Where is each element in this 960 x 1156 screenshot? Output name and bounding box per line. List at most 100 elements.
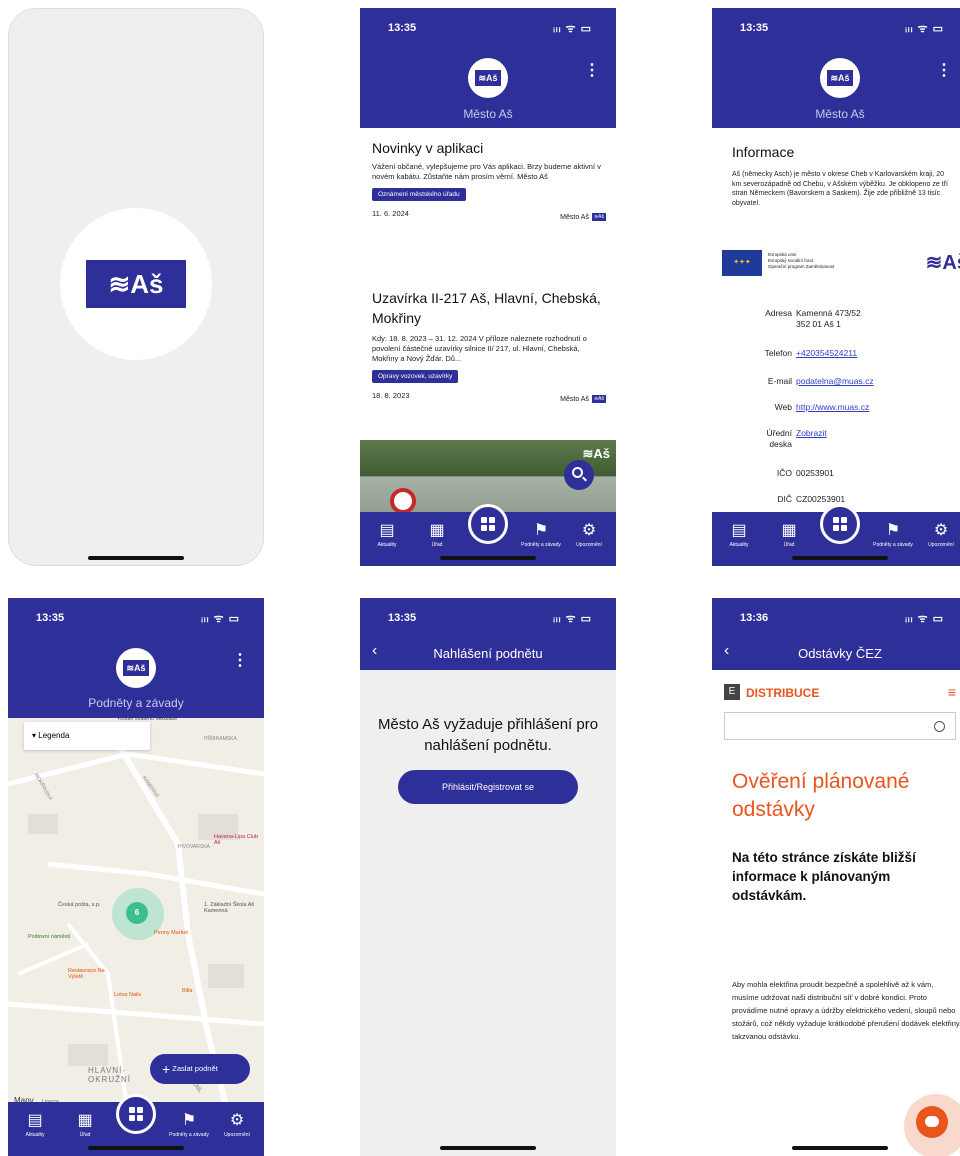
menu-grid-button[interactable] xyxy=(820,504,860,544)
search-icon xyxy=(934,721,945,732)
flag-icon: ⚑ xyxy=(181,1112,197,1129)
header-title: Město Aš xyxy=(463,107,513,121)
status-bar: 13:35 ᵢₗₗ ᯤ ▭ xyxy=(388,22,592,35)
chat-button[interactable] xyxy=(904,1094,960,1156)
page-paragraph: Aby mohla elektřina proudit bezpečně a s… xyxy=(732,980,960,1041)
map-label: PIVOVARSKÁ xyxy=(178,844,210,850)
news-item[interactable]: Novinky v aplikaci Vážení občané, vylepš… xyxy=(372,140,606,221)
tab-office[interactable]: ▦ Úřad xyxy=(764,522,814,548)
page-heading: Ověření plánované odstávky xyxy=(732,770,910,821)
tab-news[interactable]: ▤ Aktuality xyxy=(362,522,412,548)
map-view[interactable]: 6 Kostel svatého Mikuláše PŘÍBRAMSKÁ KAM… xyxy=(8,714,264,1114)
home-indicator xyxy=(88,1146,184,1150)
clipboard-icon: ▤ xyxy=(379,522,395,539)
report-fab[interactable]: + Zaslat podnět xyxy=(150,1054,250,1084)
grid-icon xyxy=(129,1107,143,1121)
news-photo-logo: ≋Aš xyxy=(582,446,610,461)
email-link[interactable]: podatelna@muas.cz xyxy=(796,376,874,386)
grid-icon xyxy=(833,517,847,531)
map-cluster[interactable]: 6 xyxy=(126,902,148,924)
news-source: Město Aš xyxy=(560,213,589,221)
tab-reports[interactable]: ⚑ Podněty a závady xyxy=(868,522,918,548)
building-icon: ▦ xyxy=(77,1112,93,1129)
map-screen: 6 Kostel svatého Mikuláše PŘÍBRAMSKÁ KAM… xyxy=(8,598,264,1156)
eu-banner: ✦✦✦ Evropská unie Evropský sociální fond… xyxy=(722,246,960,280)
tab-alerts[interactable]: ⚙ Upozornění xyxy=(564,522,614,548)
header-title: Město Aš xyxy=(815,107,865,121)
tab-news[interactable]: ▤ Aktuality xyxy=(10,1112,60,1138)
more-menu-icon[interactable]: ⋮ xyxy=(584,60,600,80)
map-label: Česká pošta, s.p. xyxy=(58,902,101,908)
nav-header: 13:35 ᵢₗₗ ᯤ ▭ ‹ Nahlášení podnětu xyxy=(360,598,616,670)
news-item[interactable]: Uzavírka II-217 Aš, Hlavní, Chebská, Mok… xyxy=(372,288,606,403)
app-header: 13:35 ᵢₗₗ ᯤ ▭ ≋Aš ⋮ Město Aš xyxy=(712,8,960,128)
building-icon: ▦ xyxy=(781,522,797,539)
map-label: 1. Základní Škola Aš Kamenná xyxy=(204,902,255,914)
page-subheading: Na této stránce získáte bližší informace… xyxy=(732,850,916,903)
news-screen: 13:35 ᵢₗₗ ᯤ ▭ ≋Aš ⋮ Město Aš Novinky v ap… xyxy=(360,8,616,566)
news-title: Uzavírka II-217 Aš, Hlavní, Chebská, Mok… xyxy=(372,290,601,326)
status-bar: 13:35 ᵢₗₗ ᯤ ▭ xyxy=(388,612,592,625)
user-settings-icon: ⚙ xyxy=(229,1112,245,1129)
news-date: 11. 6. 2024 xyxy=(372,209,409,218)
news-category-chip[interactable]: Oznámení městského úřadu xyxy=(372,188,466,201)
header-title: Podněty a závady xyxy=(88,696,184,710)
phone-link[interactable]: +420354524211 xyxy=(796,348,857,358)
eu-flag-icon: ✦✦✦ xyxy=(722,250,762,276)
more-menu-icon[interactable]: ⋮ xyxy=(232,650,248,670)
user-settings-icon: ⚙ xyxy=(581,522,597,539)
app-logo: ≋Aš xyxy=(116,648,156,688)
row-address: Adresa Kamenná 473/52 352 01 Aš 1 xyxy=(765,308,861,329)
clipboard-icon: ▤ xyxy=(731,522,747,539)
app-logo: ≋Aš xyxy=(468,58,508,98)
news-text: Kdy: 18. 8. 2023 – 31. 12. 2024 V příloz… xyxy=(372,334,587,363)
clipboard-icon: ▤ xyxy=(27,1112,43,1129)
map-label: HLAVNÍ-OKRUŽNÍ xyxy=(88,1066,131,1084)
login-message: Město Aš vyžaduje přihlášení pro nahláše… xyxy=(377,716,599,754)
search-button[interactable] xyxy=(564,460,594,490)
status-bar: 13:36 ᵢₗₗ ᯤ ▭ xyxy=(740,612,944,625)
nav-header: 13:36 ᵢₗₗ ᯤ ▭ ‹ Odstávky ČEZ xyxy=(712,598,960,670)
menu-grid-button[interactable] xyxy=(116,1094,156,1134)
flag-icon: ⚑ xyxy=(533,522,549,539)
tab-reports[interactable]: ⚑ Podněty a závady xyxy=(516,522,566,548)
more-menu-icon[interactable]: ⋮ xyxy=(936,60,952,80)
tab-office[interactable]: ▦ Úřad xyxy=(412,522,462,548)
map-label: Penny Market xyxy=(154,930,188,936)
tab-news[interactable]: ▤ Aktuality xyxy=(714,522,764,548)
map-label: Havana-Lipa Club Aš xyxy=(214,834,259,846)
home-indicator xyxy=(88,556,184,560)
home-indicator xyxy=(440,556,536,560)
info-intro: Aš (německy Asch) je město v okrese Cheb… xyxy=(732,171,948,207)
tab-alerts[interactable]: ⚙ Upozornění xyxy=(212,1112,262,1138)
grid-icon xyxy=(481,517,495,531)
map-label: Poštovní náměstí xyxy=(28,934,71,940)
hamburger-menu-icon[interactable]: ≡ xyxy=(948,684,956,700)
status-bar: 13:35 ᵢₗₗ ᯤ ▭ xyxy=(36,612,240,625)
app-logo: ≋Aš xyxy=(820,58,860,98)
plus-icon: + xyxy=(162,1061,171,1078)
menu-grid-button[interactable] xyxy=(468,504,508,544)
login-register-button[interactable]: Přihlásit/Registrovat se xyxy=(398,770,578,804)
news-text: Vážení občané, vylepšujeme pro Vás aplik… xyxy=(372,162,601,181)
info-screen: 13:35 ᵢₗₗ ᯤ ▭ ≋Aš ⋮ Město Aš Informace Aš… xyxy=(712,8,960,566)
web-link[interactable]: http://www.muas.cz xyxy=(796,402,869,412)
notice-board-link[interactable]: Zobrazit xyxy=(796,428,827,438)
tab-office[interactable]: ▦ Úřad xyxy=(60,1112,110,1138)
map-label: PŘÍBRAMSKÁ xyxy=(204,736,237,742)
search-field[interactable] xyxy=(724,712,956,740)
search-icon xyxy=(572,467,583,478)
status-bar: 13:35 ᵢₗₗ ᯤ ▭ xyxy=(740,22,944,35)
building-icon: ▦ xyxy=(429,522,445,539)
news-source-tag: ≋Aš xyxy=(591,395,606,403)
tab-reports[interactable]: ⚑ Podněty a závady xyxy=(164,1112,214,1138)
tab-alerts[interactable]: ⚙ Upozornění xyxy=(916,522,960,548)
nav-title: Nahlášení podnětu xyxy=(433,646,543,661)
home-indicator xyxy=(440,1146,536,1150)
map-label: Billa xyxy=(182,988,193,994)
splash-screen: ≋Aš xyxy=(8,8,264,566)
legend-dropdown[interactable]: ▾ Legenda xyxy=(24,722,150,750)
user-settings-icon: ⚙ xyxy=(933,522,949,539)
news-category-chip[interactable]: Opravy vozovek, uzavírky xyxy=(372,370,459,383)
city-logo: ≋Aš xyxy=(925,252,960,274)
